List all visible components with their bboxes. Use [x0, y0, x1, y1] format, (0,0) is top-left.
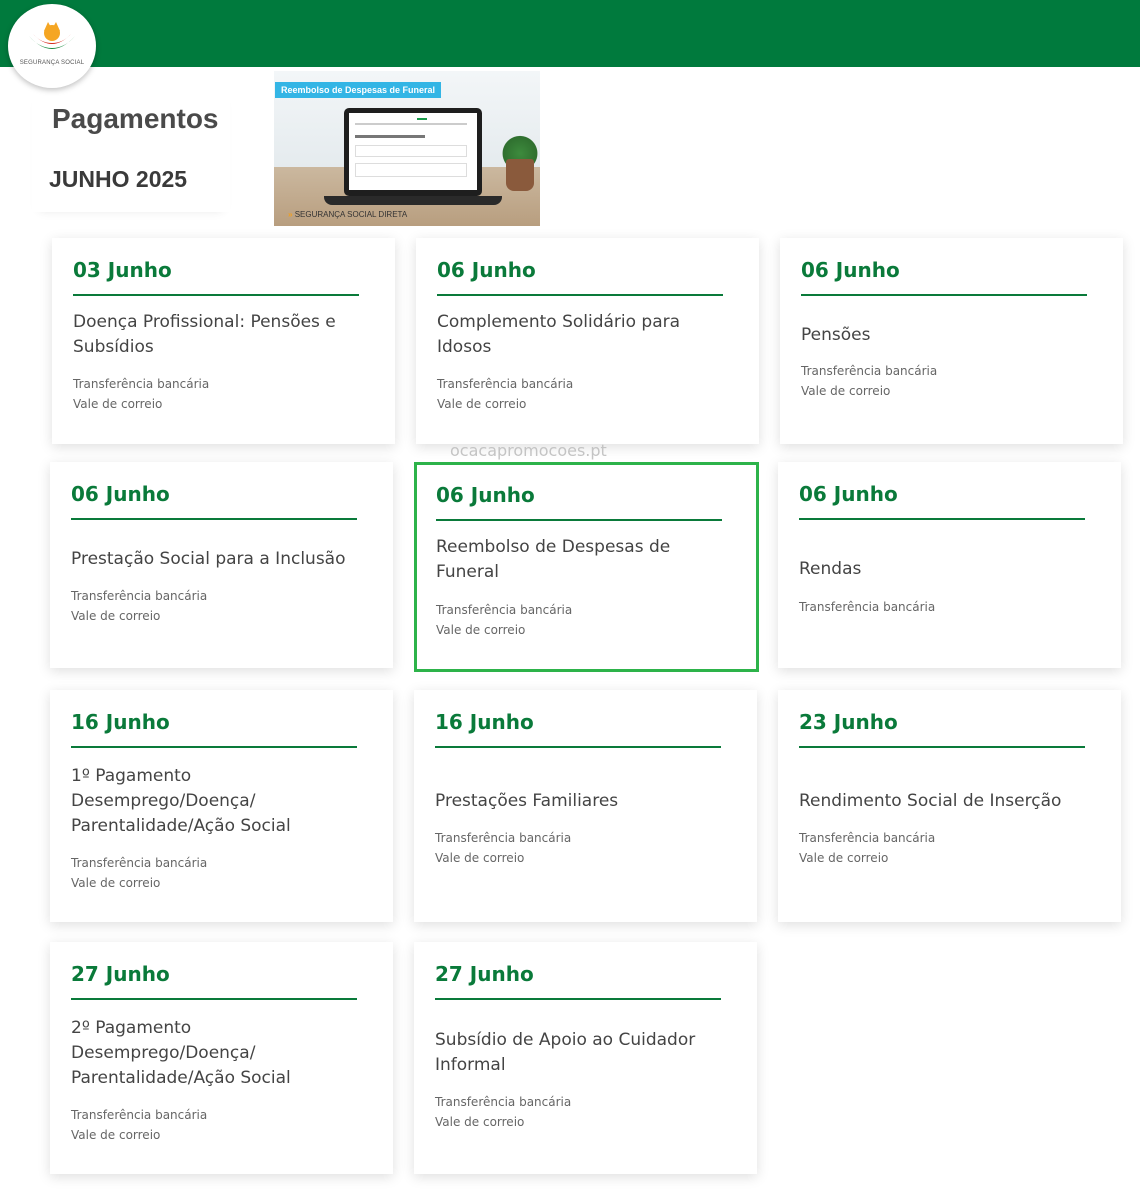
date-divider [799, 746, 1085, 748]
payment-method: Transferência bancária [801, 364, 938, 378]
logo-text: SEGURANÇA SOCIAL [19, 60, 85, 66]
banner-title: Reembolso de Despesas de Funeral [275, 82, 442, 98]
payment-method: Vale de correio [73, 397, 163, 411]
date-divider [435, 746, 721, 748]
date-divider [71, 998, 357, 1000]
payment-card[interactable]: 27 Junho Subsídio de Apoio ao Cuidador In… [414, 942, 757, 1174]
payment-date: 06 Junho [71, 482, 170, 506]
date-divider [435, 998, 721, 1000]
payment-method: Vale de correio [71, 1128, 161, 1142]
payment-method: Transferência bancária [435, 1095, 572, 1109]
payment-title: Pensões [801, 325, 871, 345]
payment-title: Reembolso de Despesas de Funeral [436, 537, 671, 582]
payment-date: 27 Junho [435, 962, 534, 986]
payment-method: Transferência bancária [435, 831, 572, 845]
watermark: ocacapromocoes.pt [450, 441, 607, 460]
payment-date: 06 Junho [801, 258, 900, 282]
payment-date: 16 Junho [71, 710, 170, 734]
payment-method: Vale de correio [71, 876, 161, 890]
payment-date: 06 Junho [436, 483, 535, 507]
payment-title: 1º Pagamento Desemprego/Doença/ Parental… [71, 766, 291, 836]
date-divider [437, 294, 723, 296]
laptop-illustration [344, 108, 482, 196]
date-divider [801, 294, 1087, 296]
payment-method: Transferência bancária [437, 377, 574, 391]
laptop-base [324, 196, 502, 205]
page-subtitle: JUNHO 2025 [49, 166, 188, 192]
banner-brand-label: SEGURANÇA SOCIAL DIRETA [294, 210, 408, 219]
page-title: Pagamentos [52, 103, 219, 134]
payment-card[interactable]: 27 Junho 2º Pagamento Desemprego/Doença/ … [50, 942, 393, 1174]
date-divider [71, 746, 357, 748]
payment-method: Transferência bancária [799, 831, 936, 845]
payment-method: Transferência bancária [436, 603, 573, 617]
payment-card[interactable]: 03 Junho Doença Profissional: Pensões e S… [52, 238, 395, 444]
payment-card[interactable]: 06 Junho Complemento Solidário para Idoso… [416, 238, 759, 444]
payment-method: Vale de correio [436, 623, 526, 637]
payment-card[interactable]: 06 Junho Reembolso de Despesas de Funeral… [414, 462, 759, 672]
payment-card[interactable]: 06 Junho Prestação Social para a Inclusão… [50, 462, 393, 668]
payment-title: Prestações Familiares [435, 791, 619, 811]
payment-method: Vale de correio [437, 397, 527, 411]
payment-card[interactable]: 16 Junho Prestações Familiares Transferênc… [414, 690, 757, 922]
payment-date: 16 Junho [435, 710, 534, 734]
payment-title: Doença Profissional: Pensões e Subsídios [73, 312, 336, 357]
payment-method: Transferência bancária [799, 600, 936, 614]
payment-title: Subsídio de Apoio ao Cuidador Informal [435, 1030, 696, 1075]
payment-method: Vale de correio [435, 851, 525, 865]
payment-method: Vale de correio [801, 384, 891, 398]
top-bar [0, 0, 1140, 67]
payment-title: Rendimento Social de Inserção [799, 791, 1062, 811]
payment-method: Transferência bancária [73, 377, 210, 391]
seguranca-social-emblem-icon [29, 22, 75, 49]
payment-method: Vale de correio [71, 609, 161, 623]
payment-title: Complemento Solidário para Idosos [437, 312, 681, 357]
payment-date: 27 Junho [71, 962, 170, 986]
seguranca-social-logo[interactable]: SEGURANÇA SOCIAL [8, 4, 96, 88]
payment-card[interactable]: 06 Junho Rendas Transferência bancária [778, 462, 1121, 668]
date-divider [799, 518, 1085, 520]
payment-method: Transferência bancária [71, 856, 208, 870]
chevrons-icon: » [288, 210, 293, 219]
payment-card[interactable]: 16 Junho 1º Pagamento Desemprego/Doença/ … [50, 690, 393, 922]
payment-method: Vale de correio [435, 1115, 525, 1129]
payment-method: Transferência bancária [71, 1108, 208, 1122]
payment-title: Prestação Social para a Inclusão [71, 549, 346, 569]
date-divider [436, 519, 722, 521]
payment-card[interactable]: 06 Junho Pensões Transferência bancária Val… [780, 238, 1123, 444]
payment-date: 06 Junho [799, 482, 898, 506]
payment-card[interactable]: 23 Junho Rendimento Social de Inserção Tra… [778, 690, 1121, 922]
promo-banner[interactable]: Reembolso de Despesas de Funeral » SEGUR… [274, 71, 540, 226]
payment-date: 06 Junho [437, 258, 536, 282]
payment-title: Rendas [799, 559, 862, 579]
payment-method: Transferência bancária [71, 589, 208, 603]
plant-pot [506, 159, 534, 191]
date-divider [73, 294, 359, 296]
payment-date: 03 Junho [73, 258, 172, 282]
payment-method: Vale de correio [799, 851, 889, 865]
payment-date: 23 Junho [799, 710, 898, 734]
date-divider [71, 518, 357, 520]
payment-title: 2º Pagamento Desemprego/Doença/ Parental… [71, 1018, 291, 1088]
banner-brand: » SEGURANÇA SOCIAL DIRETA [288, 210, 407, 219]
